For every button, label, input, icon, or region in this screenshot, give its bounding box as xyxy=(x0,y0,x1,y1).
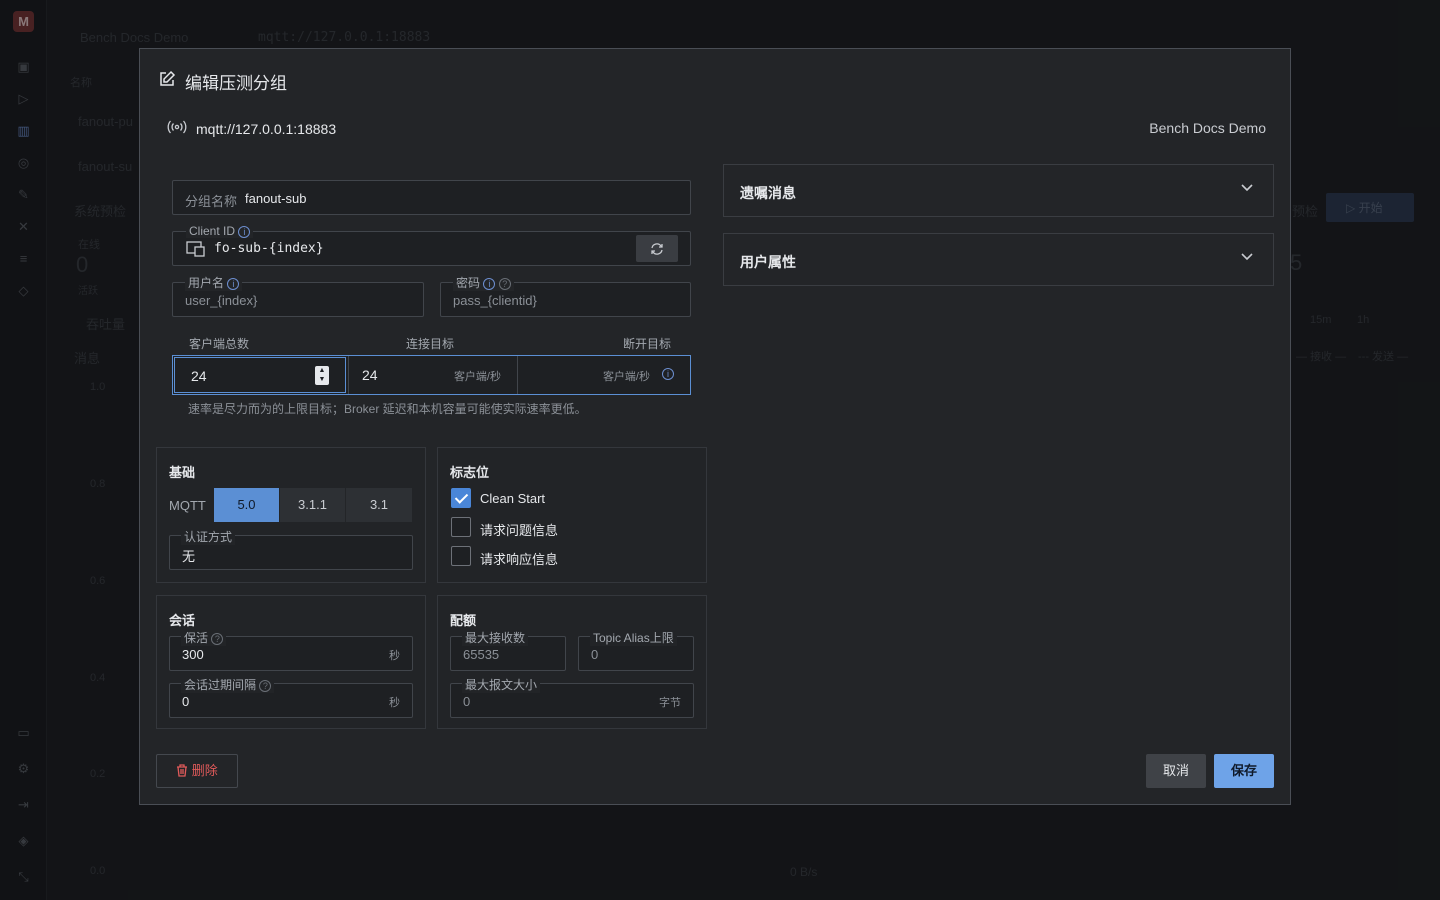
username-label-text: 用户名 xyxy=(188,276,225,290)
save-button[interactable]: 保存 xyxy=(1214,754,1274,788)
connect-target-value: 24 xyxy=(362,367,378,383)
mqtt-version-311[interactable]: 3.1.1 xyxy=(280,488,346,522)
username-label: 用户名 i xyxy=(185,274,243,291)
session-expiry-label: 会话过期间隔 ? xyxy=(181,676,275,693)
help-icon[interactable]: ? xyxy=(498,277,511,290)
session-title: 会话 xyxy=(169,613,196,628)
session-expiry-label-text: 会话过期间隔 xyxy=(184,678,257,692)
edit-icon xyxy=(158,70,176,93)
client-total-input[interactable]: 24 ▲ ▼ xyxy=(174,357,346,393)
clean-start-label: Clean Start xyxy=(480,491,546,506)
info-icon[interactable]: i xyxy=(238,225,251,238)
user-properties-title: 用户属性 xyxy=(740,254,796,270)
connect-target-input[interactable]: 24 客户端/秒 xyxy=(348,356,518,394)
basic-panel: 基础 MQTT 5.0 3.1.1 3.1 无 认证方式 xyxy=(156,447,426,583)
template-icon xyxy=(186,241,206,262)
refresh-icon xyxy=(650,240,664,257)
trash-icon xyxy=(176,763,192,778)
rate-group: 24 ▲ ▼ 24 客户端/秒 客户端/秒 i xyxy=(172,355,691,395)
client-total-label: 客户端总数 xyxy=(189,337,250,351)
help-icon[interactable]: ? xyxy=(211,632,224,645)
will-message-accordion[interactable]: 遗嘱消息 xyxy=(723,164,1274,217)
info-icon[interactable]: i xyxy=(227,277,240,290)
session-panel: 会话 300 秒 保活 ? 0 秒 会话过期间隔 ? xyxy=(156,595,426,729)
flags-panel: 标志位 Clean Start 请求问题信息 请求响应信息 xyxy=(437,447,707,583)
keepalive-value: 300 xyxy=(182,647,204,662)
mqtt-version-31[interactable]: 3.1 xyxy=(346,488,412,522)
session-expiry-unit: 秒 xyxy=(389,697,400,709)
chevron-down-icon xyxy=(1241,179,1253,195)
client-total-value: 24 xyxy=(191,368,207,384)
auth-method-value: 无 xyxy=(182,549,196,564)
request-response-info-label: 请求响应信息 xyxy=(480,552,559,567)
delete-button[interactable]: 删除 xyxy=(156,754,238,788)
disconnect-target-unit: 客户端/秒 xyxy=(602,371,650,383)
info-icon[interactable]: i xyxy=(483,277,496,290)
client-id-label-text: Client ID xyxy=(189,224,236,238)
group-name-value: fanout-sub xyxy=(245,191,307,206)
mqtt-version-label: MQTT xyxy=(169,498,206,513)
basic-title: 基础 xyxy=(169,465,196,480)
clean-start-checkbox[interactable] xyxy=(451,488,471,508)
chevron-down-icon xyxy=(1241,248,1253,264)
rate-hint: 速率是尽力而为的上限目标；Broker 延迟和本机容量可能使实际速率更低。 xyxy=(188,402,587,416)
password-label-text: 密码 xyxy=(456,276,481,290)
broker-url: mqtt://127.0.0.1:18883 xyxy=(196,120,337,137)
mqtt-version-5[interactable]: 5.0 xyxy=(214,488,280,522)
broker-info: mqtt://127.0.0.1:18883 xyxy=(166,120,336,137)
delete-button-label: 删除 xyxy=(191,763,218,778)
quota-panel: 配额 65535 最大接收数 0 Topic Alias上限 0 字节 最大报文… xyxy=(437,595,707,729)
regenerate-client-id-button[interactable] xyxy=(636,235,678,262)
request-response-info-checkbox[interactable] xyxy=(451,546,471,566)
info-icon[interactable]: i xyxy=(662,368,674,380)
username-placeholder: user_{index} xyxy=(185,293,258,308)
help-icon[interactable]: ? xyxy=(259,679,272,692)
modal-title-text: 编辑压测分组 xyxy=(185,74,287,93)
session-expiry-value: 0 xyxy=(182,694,190,709)
password-placeholder: pass_{clientid} xyxy=(453,293,537,308)
connect-target-unit: 客户端/秒 xyxy=(453,371,501,383)
max-packet-label: 最大报文大小 xyxy=(462,676,541,693)
client-id-value: fo-sub-{index} xyxy=(214,241,324,256)
keepalive-label: 保活 ? xyxy=(181,629,227,646)
flags-title: 标志位 xyxy=(450,465,490,480)
auth-method-label: 认证方式 xyxy=(181,528,236,545)
group-name-field[interactable]: 分组名称 fanout-sub xyxy=(172,180,691,215)
password-label: 密码 i ? xyxy=(453,274,514,291)
will-message-title: 遗嘱消息 xyxy=(740,185,796,201)
max-packet-placeholder: 0 xyxy=(463,694,471,709)
max-receive-label: 最大接收数 xyxy=(462,629,529,646)
project-name: Bench Docs Demo xyxy=(1149,120,1266,136)
request-problem-info-label: 请求问题信息 xyxy=(480,523,559,538)
broadcast-icon xyxy=(166,120,188,137)
topic-alias-placeholder: 0 xyxy=(591,647,599,662)
keepalive-label-text: 保活 xyxy=(184,631,209,645)
edit-group-modal: 编辑压测分组 mqtt://127.0.0.1:18883 Bench Docs… xyxy=(139,48,1291,805)
keepalive-unit: 秒 xyxy=(389,650,400,662)
disconnect-target-input[interactable]: 客户端/秒 i xyxy=(518,356,690,394)
client-id-label: Client ID i xyxy=(186,224,254,238)
stepper[interactable]: ▲ ▼ xyxy=(315,366,329,385)
topic-alias-label: Topic Alias上限 xyxy=(590,629,677,646)
quota-title: 配额 xyxy=(450,613,477,628)
disconnect-target-label: 断开目标 xyxy=(623,337,672,351)
request-problem-info-checkbox[interactable] xyxy=(451,517,471,537)
group-name-label: 分组名称 xyxy=(185,194,238,209)
connect-target-label: 连接目标 xyxy=(406,337,455,351)
cancel-button[interactable]: 取消 xyxy=(1146,754,1206,788)
max-packet-unit: 字节 xyxy=(659,697,681,709)
user-properties-accordion[interactable]: 用户属性 xyxy=(723,233,1274,286)
max-receive-placeholder: 65535 xyxy=(463,647,500,662)
modal-title: 编辑压测分组 xyxy=(158,69,287,94)
